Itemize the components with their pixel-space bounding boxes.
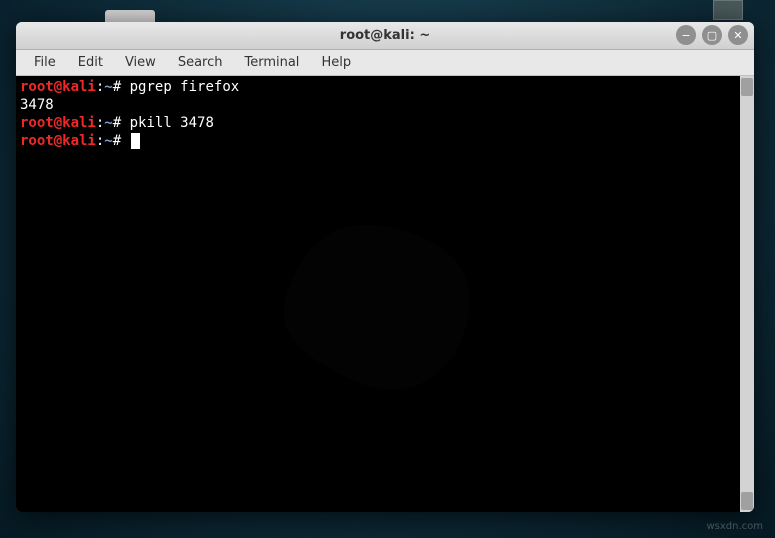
- prompt-user: root@kali: [20, 133, 96, 149]
- cursor-block: [131, 133, 140, 149]
- menubar: File Edit View Search Terminal Help: [16, 50, 754, 76]
- window-controls: − ▢ ✕: [676, 25, 748, 45]
- scroll-up-stepper[interactable]: [741, 78, 753, 96]
- scroll-down-stepper[interactable]: [741, 492, 753, 510]
- terminal-line: root@kali:~# pgrep firefox: [20, 78, 736, 96]
- titlebar[interactable]: root@kali: ~ − ▢ ✕: [16, 22, 754, 50]
- terminal-line: root@kali:~#: [20, 132, 736, 150]
- terminal-area[interactable]: root@kali:~# pgrep firefox 3478 root@kal…: [16, 76, 740, 512]
- scrollbar[interactable]: [740, 76, 754, 512]
- prompt-path: ~: [104, 133, 112, 149]
- window-title: root@kali: ~: [340, 28, 430, 43]
- command-text: pgrep firefox: [130, 79, 240, 95]
- prompt-user: root@kali: [20, 115, 96, 131]
- menu-file[interactable]: File: [24, 52, 66, 73]
- watermark-text: wsxdn.com: [706, 521, 763, 532]
- menu-help[interactable]: Help: [311, 52, 361, 73]
- terminal-line: root@kali:~# pkill 3478: [20, 114, 736, 132]
- close-button[interactable]: ✕: [728, 25, 748, 45]
- command-text: pkill 3478: [130, 115, 214, 131]
- menu-view[interactable]: View: [115, 52, 166, 73]
- terminal-window: root@kali: ~ − ▢ ✕ File Edit View Search…: [16, 22, 754, 512]
- prompt-symbol: #: [113, 133, 121, 149]
- minimize-button[interactable]: −: [676, 25, 696, 45]
- prompt-path: ~: [104, 79, 112, 95]
- maximize-button[interactable]: ▢: [702, 25, 722, 45]
- menu-terminal[interactable]: Terminal: [234, 52, 309, 73]
- prompt-symbol: #: [113, 79, 121, 95]
- terminal-container: root@kali:~# pgrep firefox 3478 root@kal…: [16, 76, 754, 512]
- prompt-path: ~: [104, 115, 112, 131]
- menu-search[interactable]: Search: [168, 52, 233, 73]
- prompt-symbol: #: [113, 115, 121, 131]
- terminal-output: 3478: [20, 96, 736, 114]
- desktop-doc-icon: [713, 0, 743, 20]
- prompt-user: root@kali: [20, 79, 96, 95]
- menu-edit[interactable]: Edit: [68, 52, 113, 73]
